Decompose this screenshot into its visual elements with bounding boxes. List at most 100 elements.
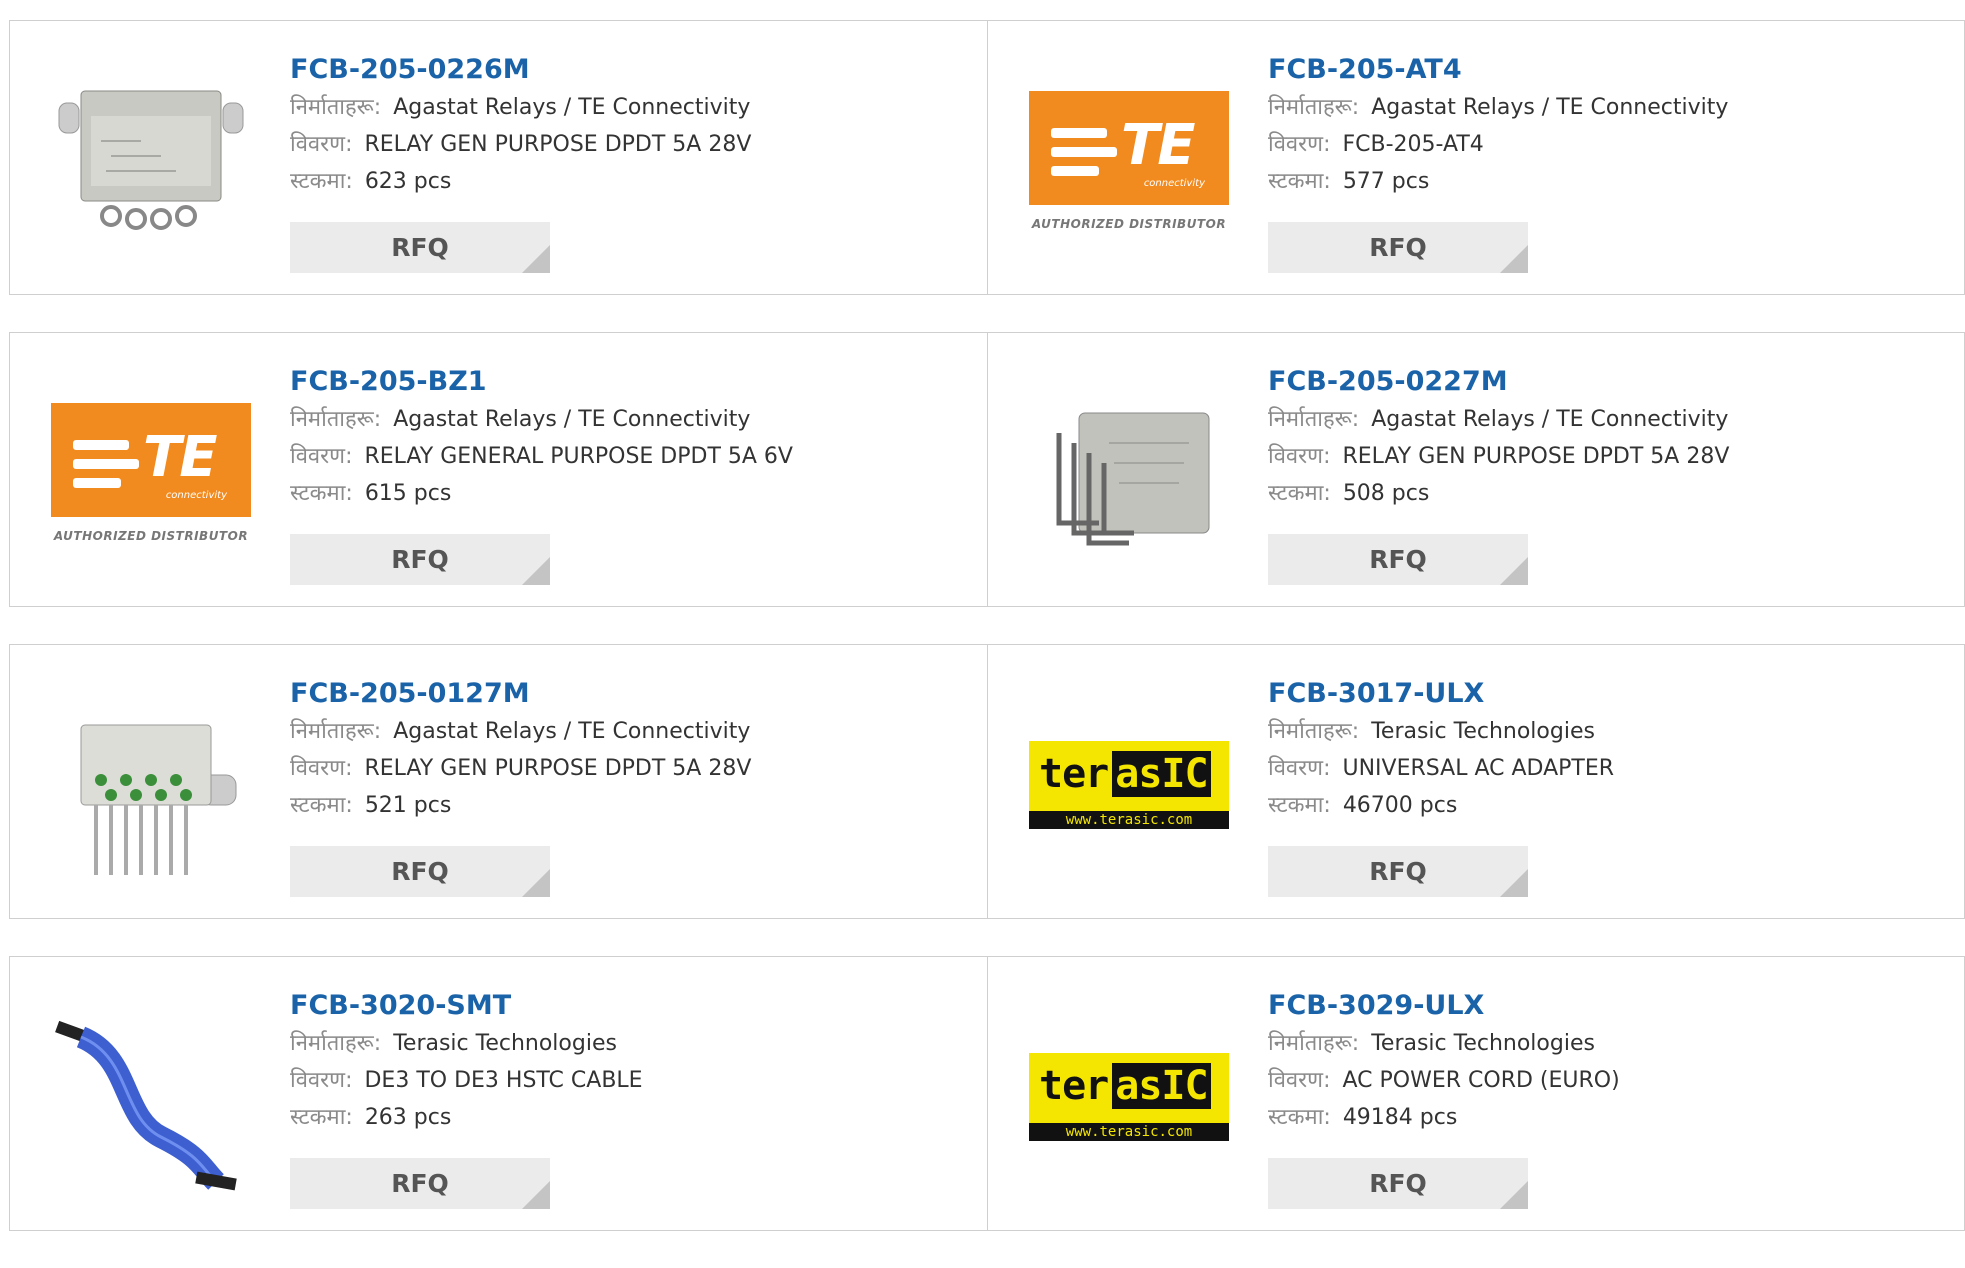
authorized-distributor-text: AUTHORIZED DISTRIBUTOR (53, 529, 249, 543)
rfq-button[interactable]: RFQ (1268, 534, 1528, 585)
manufacturer-value: Terasic Technologies (1371, 1031, 1595, 1056)
description-row: विवरण: DE3 TO DE3 HSTC CABLE (290, 1062, 950, 1099)
manufacturer-row: निर्माताहरू: Agastat Relays / TE Connecti… (1268, 89, 1928, 126)
description-value: RELAY GEN PURPOSE DPDT 5A 28V (1342, 444, 1730, 469)
terasic-logo-url: www.terasic.com (1029, 1123, 1229, 1141)
te-bars-icon (73, 440, 139, 497)
stock-row: स्टकमा: 46700 pcs (1268, 787, 1928, 824)
relay-pins-photo (80, 724, 237, 875)
product-info: FCB-3020-SMT निर्माताहरू: Terasic Technol… (290, 987, 950, 1136)
product-part-link[interactable]: FCB-3029-ULX (1268, 987, 1928, 1025)
ribbon-cable-photo (55, 1020, 237, 1191)
stock-label: स्टकमा: (1268, 1105, 1331, 1130)
description-value: AC POWER CORD (EURO) (1342, 1068, 1620, 1093)
product-row: FCB-205-0226M निर्माताहरू: Agastat Relays… (9, 20, 1965, 295)
manufacturer-value: Agastat Relays / TE Connectivity (1371, 95, 1729, 120)
manufacturer-value: Agastat Relays / TE Connectivity (393, 95, 751, 120)
product-card: ter asIC www.terasic.com FCB-3029-ULX निर्… (987, 957, 1964, 1230)
stock-label: स्टकमा: (290, 1105, 353, 1130)
product-row: TE connectivity AUTHORIZED DISTRIBUTOR FCB… (9, 332, 1965, 607)
description-value: UNIVERSAL AC ADAPTER (1342, 756, 1615, 781)
product-part-link[interactable]: FCB-205-0226M (290, 51, 950, 89)
description-value: DE3 TO DE3 HSTC CABLE (364, 1068, 643, 1093)
stock-value: 263 pcs (364, 1105, 452, 1130)
terasic-logo-word: ter asIC (1039, 751, 1211, 797)
product-card: TE connectivity AUTHORIZED DISTRIBUTOR FCB… (987, 21, 1964, 294)
description-label: विवरण: (1268, 1068, 1331, 1093)
rfq-button[interactable]: RFQ (1268, 1158, 1528, 1209)
description-value: RELAY GEN PURPOSE DPDT 5A 28V (364, 756, 752, 781)
relay-photo (58, 90, 244, 230)
te-logo-sub: connectivity (165, 490, 227, 501)
stock-value: 49184 pcs (1342, 1105, 1458, 1130)
product-card: TE connectivity AUTHORIZED DISTRIBUTOR FCB… (10, 333, 987, 606)
relay-bent-pins-photo (1056, 412, 1210, 546)
product-info: FCB-3017-ULX निर्माताहरू: Terasic Technol… (1268, 675, 1928, 824)
manufacturer-row: निर्माताहरू: Agastat Relays / TE Connecti… (290, 401, 950, 438)
te-logo-text: TE (143, 425, 217, 490)
description-label: विवरण: (290, 444, 353, 469)
description-row: विवरण: RELAY GEN PURPOSE DPDT 5A 28V (1268, 438, 1928, 475)
te-logo: TE connectivity AUTHORIZED DISTRIBUTOR (1029, 91, 1229, 231)
stock-label: स्टकमा: (290, 481, 353, 506)
stock-row: स्टकमा: 263 pcs (290, 1099, 950, 1136)
stock-value: 46700 pcs (1342, 793, 1458, 818)
product-image[interactable] (1029, 373, 1229, 573)
product-part-link[interactable]: FCB-3017-ULX (1268, 675, 1928, 713)
rfq-button[interactable]: RFQ (290, 1158, 550, 1209)
rfq-button[interactable]: RFQ (1268, 846, 1528, 897)
terasic-logo: ter asIC www.terasic.com (1029, 1053, 1229, 1141)
product-info: FCB-205-0226M निर्माताहरू: Agastat Relays… (290, 51, 950, 200)
manufacturer-label: निर्माताहरू: (1268, 95, 1360, 120)
product-part-link[interactable]: FCB-3020-SMT (290, 987, 950, 1025)
stock-value: 623 pcs (364, 169, 452, 194)
product-image[interactable]: ter asIC www.terasic.com (1029, 685, 1229, 885)
product-image[interactable] (51, 61, 251, 261)
stock-row: स्टकमा: 521 pcs (290, 787, 950, 824)
description-label: विवरण: (1268, 444, 1331, 469)
terasic-logo-url: www.terasic.com (1029, 811, 1229, 829)
manufacturer-label: निर्माताहरू: (290, 95, 382, 120)
product-image[interactable]: TE connectivity AUTHORIZED DISTRIBUTOR (51, 373, 251, 573)
stock-label: स्टकमा: (290, 793, 353, 818)
stock-value: 577 pcs (1342, 169, 1430, 194)
stock-label: स्टकमा: (1268, 481, 1331, 506)
authorized-distributor-text: AUTHORIZED DISTRIBUTOR (1031, 217, 1227, 231)
te-logo-text: TE (1121, 113, 1195, 178)
rfq-button[interactable]: RFQ (290, 534, 550, 585)
description-value: FCB-205-AT4 (1342, 132, 1484, 157)
stock-row: स्टकमा: 623 pcs (290, 163, 950, 200)
terasic-logo: ter asIC www.terasic.com (1029, 741, 1229, 829)
manufacturer-label: निर्माताहरू: (290, 1031, 382, 1056)
te-logo: TE connectivity AUTHORIZED DISTRIBUTOR (51, 403, 251, 543)
product-image[interactable] (51, 685, 251, 885)
product-image[interactable]: TE connectivity AUTHORIZED DISTRIBUTOR (1029, 61, 1229, 261)
manufacturer-label: निर्माताहरू: (290, 407, 382, 432)
manufacturer-label: निर्माताहरू: (1268, 1031, 1360, 1056)
te-logo-box: TE connectivity (1029, 91, 1229, 205)
product-part-link[interactable]: FCB-205-0127M (290, 675, 950, 713)
manufacturer-value: Terasic Technologies (393, 1031, 617, 1056)
description-row: विवरण: RELAY GENERAL PURPOSE DPDT 5A 6V (290, 438, 950, 475)
rfq-button[interactable]: RFQ (290, 222, 550, 273)
product-info: FCB-205-0127M निर्माताहरू: Agastat Relays… (290, 675, 950, 824)
rfq-button[interactable]: RFQ (1268, 222, 1528, 273)
product-part-link[interactable]: FCB-205-AT4 (1268, 51, 1928, 89)
stock-label: स्टकमा: (290, 169, 353, 194)
product-part-link[interactable]: FCB-205-BZ1 (290, 363, 950, 401)
product-card: FCB-205-0127M निर्माताहरू: Agastat Relays… (10, 645, 987, 918)
description-row: विवरण: FCB-205-AT4 (1268, 126, 1928, 163)
manufacturer-row: निर्माताहरू: Terasic Technologies (1268, 713, 1928, 750)
description-label: विवरण: (1268, 756, 1331, 781)
manufacturer-row: निर्माताहरू: Agastat Relays / TE Connecti… (290, 89, 950, 126)
product-image[interactable] (51, 997, 251, 1197)
te-bars-icon (1051, 128, 1117, 185)
product-image[interactable]: ter asIC www.terasic.com (1029, 997, 1229, 1197)
stock-label: स्टकमा: (1268, 169, 1331, 194)
rfq-button[interactable]: RFQ (290, 846, 550, 897)
product-part-link[interactable]: FCB-205-0227M (1268, 363, 1928, 401)
stock-row: स्टकमा: 615 pcs (290, 475, 950, 512)
product-card: FCB-205-0226M निर्माताहरू: Agastat Relays… (10, 21, 987, 294)
product-info: FCB-205-0227M निर्माताहरू: Agastat Relays… (1268, 363, 1928, 512)
stock-value: 521 pcs (364, 793, 452, 818)
